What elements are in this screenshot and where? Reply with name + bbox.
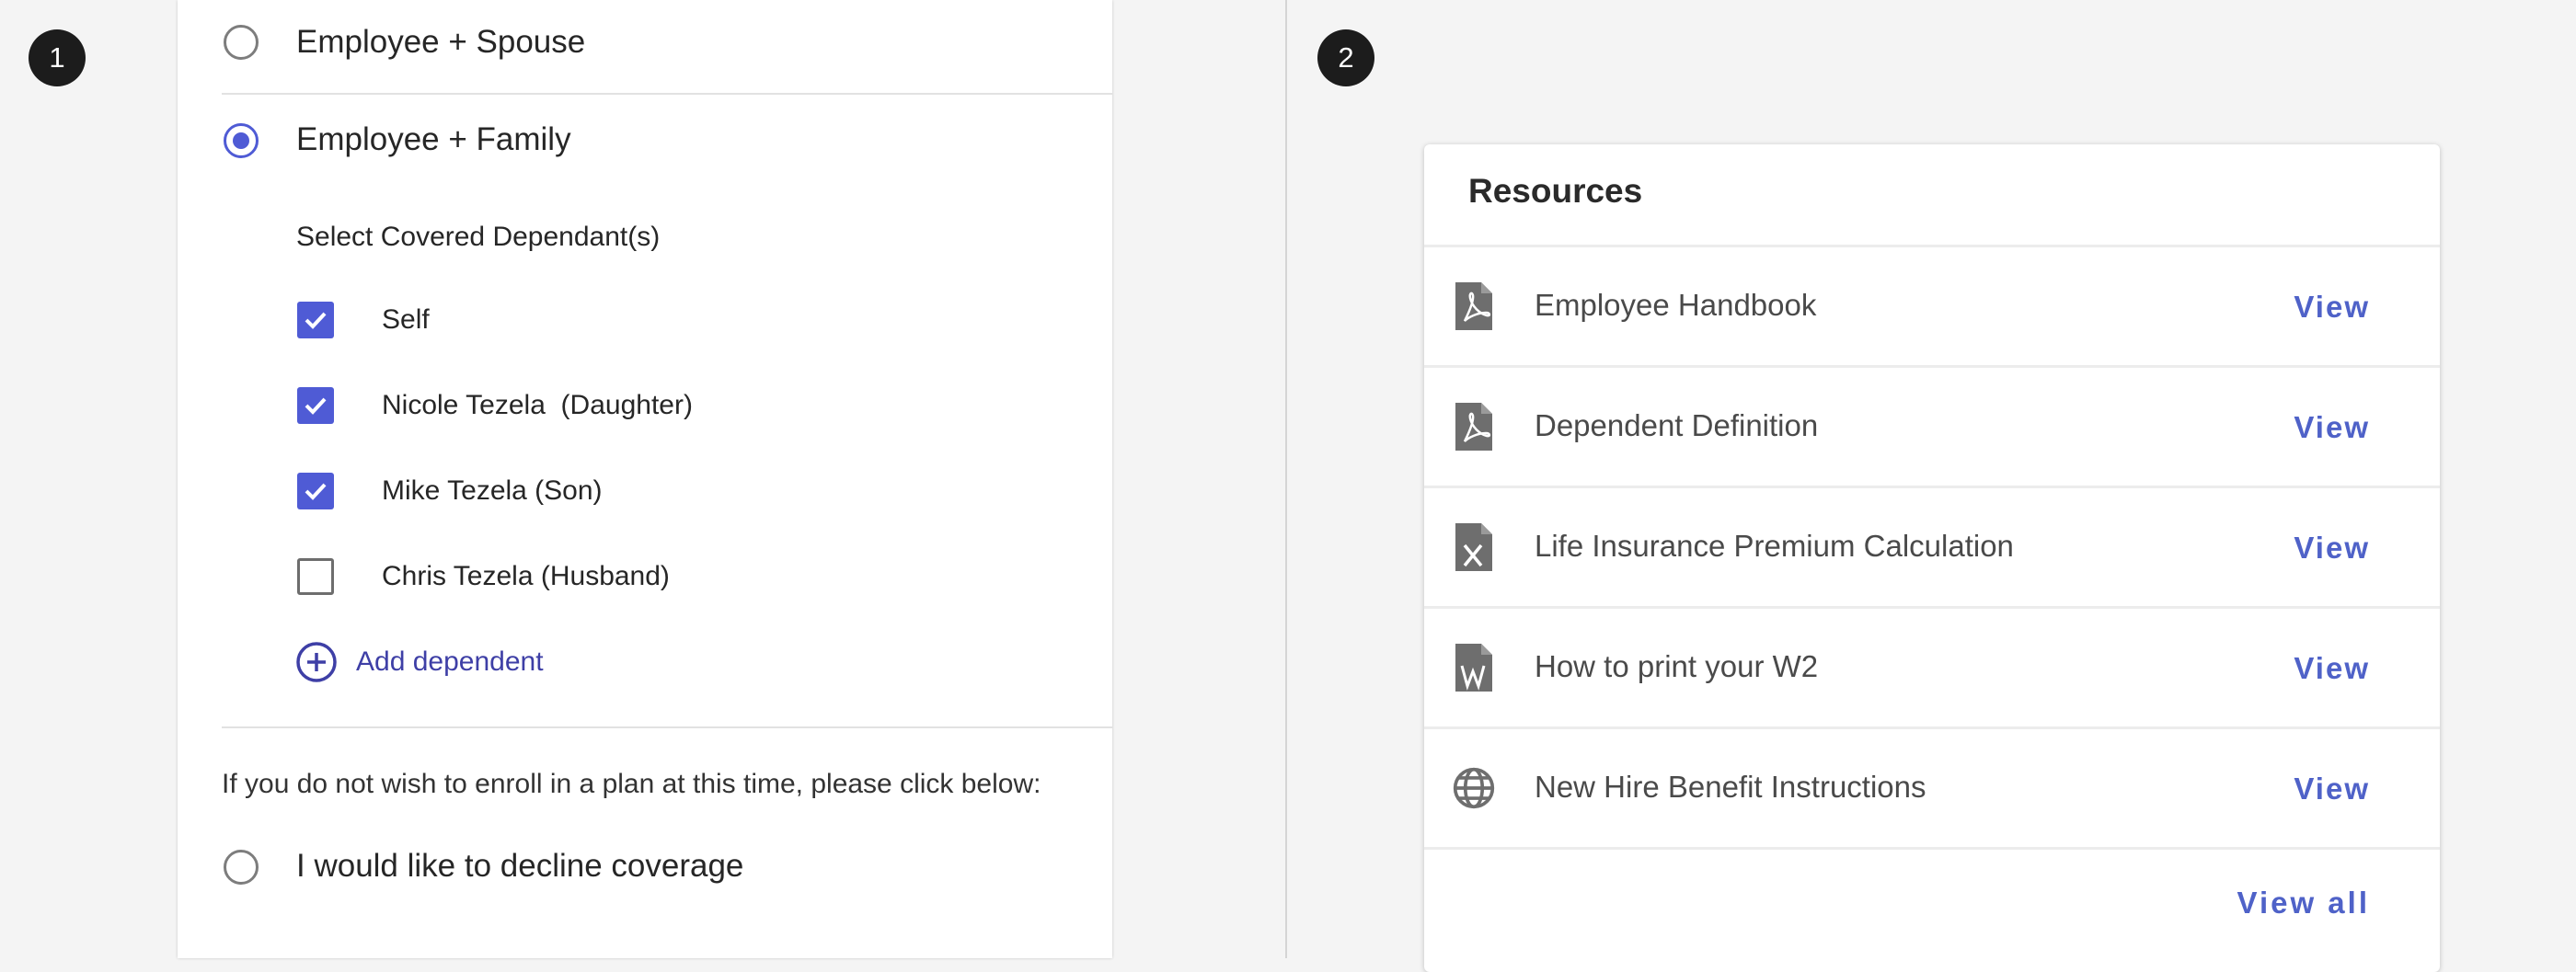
resource-row: How to print your W2 View bbox=[1424, 609, 2440, 726]
checkmark-icon bbox=[305, 483, 327, 500]
plus-circle-icon bbox=[296, 642, 337, 682]
resources-title: Resources bbox=[1468, 172, 1643, 210]
checkmark-icon bbox=[305, 312, 327, 329]
pdf-file-icon bbox=[1455, 282, 1492, 330]
pdf-file-icon bbox=[1455, 403, 1492, 451]
dependant-checkbox-nicole[interactable] bbox=[297, 387, 334, 424]
resource-label: New Hire Benefit Instructions bbox=[1535, 770, 1926, 804]
resource-row: New Hire Benefit Instructions View bbox=[1424, 729, 2440, 847]
view-button[interactable]: View bbox=[2294, 410, 2370, 445]
resources-card: Resources Employee Handbook View Depende… bbox=[1424, 144, 2440, 972]
employee-family-radio[interactable] bbox=[224, 123, 259, 158]
checkmark-icon bbox=[305, 397, 327, 415]
add-dependent-label: Add dependent bbox=[356, 646, 544, 677]
dependant-checkbox-self[interactable] bbox=[297, 302, 334, 338]
dependant-label-chris: Chris Tezela (Husband) bbox=[382, 561, 670, 591]
employee-spouse-label[interactable]: Employee + Spouse bbox=[296, 22, 585, 63]
decline-coverage-radio[interactable] bbox=[224, 850, 259, 885]
view-button[interactable]: View bbox=[2294, 651, 2370, 686]
view-button[interactable]: View bbox=[2294, 531, 2370, 566]
row-divider bbox=[1424, 847, 2440, 850]
resource-label: Employee Handbook bbox=[1535, 288, 1817, 322]
excel-file-icon bbox=[1455, 523, 1492, 571]
resource-row: Dependent Definition View bbox=[1424, 368, 2440, 486]
step-marker-1: 1 bbox=[29, 29, 86, 86]
view-button[interactable]: View bbox=[2294, 772, 2370, 806]
resource-label: How to print your W2 bbox=[1535, 649, 1819, 683]
resource-label: Life Insurance Premium Calculation bbox=[1535, 529, 2014, 563]
dependant-label-mike: Mike Tezela (Son) bbox=[382, 475, 603, 506]
section-divider bbox=[1285, 0, 1287, 958]
resource-label: Dependent Definition bbox=[1535, 408, 1819, 442]
decline-divider bbox=[222, 726, 1112, 728]
view-button[interactable]: View bbox=[2294, 290, 2370, 325]
option-divider bbox=[222, 93, 1112, 95]
employee-family-label[interactable]: Employee + Family bbox=[296, 120, 571, 160]
dependant-checkbox-mike[interactable] bbox=[297, 473, 334, 509]
employee-spouse-radio[interactable] bbox=[224, 25, 259, 60]
step-marker-2: 2 bbox=[1317, 29, 1374, 86]
coverage-panel: Employee + Spouse Employee + Family Sele… bbox=[178, 0, 1112, 958]
add-dependent-button[interactable]: Add dependent bbox=[295, 641, 544, 683]
dependant-label-nicole: Nicole Tezela (Daughter) bbox=[382, 390, 693, 420]
decline-note: If you do not wish to enroll in a plan a… bbox=[222, 769, 1041, 799]
globe-icon bbox=[1453, 767, 1495, 809]
decline-coverage-label[interactable]: I would like to decline coverage bbox=[296, 846, 743, 886]
dependant-checkbox-chris[interactable] bbox=[297, 558, 334, 595]
dependant-label-self: Self bbox=[382, 304, 430, 335]
resource-row: Life Insurance Premium Calculation View bbox=[1424, 488, 2440, 606]
word-file-icon bbox=[1455, 644, 1492, 692]
dependants-heading: Select Covered Dependant(s) bbox=[296, 222, 661, 252]
resource-row: Employee Handbook View bbox=[1424, 247, 2440, 365]
view-all-button[interactable]: View all bbox=[2237, 886, 2370, 921]
